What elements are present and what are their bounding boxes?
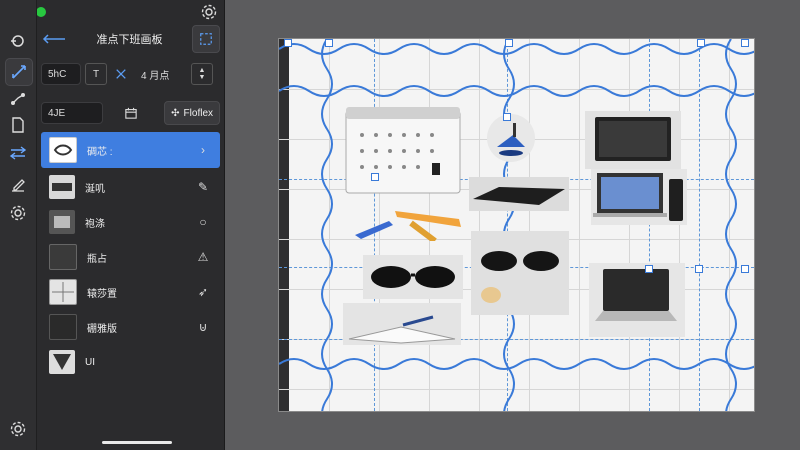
list-item[interactable]: 辕莎置 ➶ bbox=[41, 276, 220, 308]
settings-tool-button[interactable] bbox=[5, 200, 31, 226]
edit-icon bbox=[12, 179, 25, 192]
format-toolbar: 5hC T 4 月点 ▲ ▼ bbox=[41, 60, 220, 88]
grid-tool-button[interactable] bbox=[5, 28, 31, 54]
frame-select-button[interactable] bbox=[192, 25, 220, 53]
layer-label: UI bbox=[85, 356, 95, 368]
warning-icon: ⚠ bbox=[197, 250, 209, 264]
layer-label: 袍涤 bbox=[85, 218, 105, 230]
type-button[interactable]: T bbox=[85, 63, 107, 85]
lamp-object[interactable] bbox=[483, 113, 539, 163]
search-row: 4JE ✣ Floflex bbox=[41, 100, 220, 126]
artboard-canvas[interactable] bbox=[278, 38, 755, 412]
page-title: 准点下班画板 bbox=[96, 34, 163, 46]
settings-icon bbox=[10, 205, 26, 221]
keyboard-object[interactable] bbox=[469, 177, 569, 211]
edit-tool-button[interactable] bbox=[5, 172, 31, 198]
pin-icon: ➶ bbox=[197, 285, 209, 299]
node-tool-button[interactable] bbox=[5, 86, 31, 112]
size-field[interactable]: 5hC bbox=[41, 63, 81, 85]
calendar-object[interactable] bbox=[344, 105, 464, 195]
back-button[interactable] bbox=[41, 26, 67, 52]
resize-handle[interactable] bbox=[697, 39, 705, 47]
chevron-down-icon: ▼ bbox=[198, 74, 206, 81]
laptop-open-object[interactable] bbox=[589, 263, 685, 337]
chevron-right-icon: › bbox=[201, 143, 205, 157]
circle-icon: ○ bbox=[199, 215, 207, 229]
layer-label: 瓶占 bbox=[87, 253, 107, 265]
layer-label: 碉芯 : bbox=[87, 146, 113, 158]
resize-handle[interactable] bbox=[741, 39, 749, 47]
list-item[interactable]: 袍涤 ○ bbox=[41, 206, 220, 238]
layer-thumbnail bbox=[49, 210, 75, 234]
gear-icon[interactable] bbox=[200, 3, 218, 21]
step-field[interactable]: 4 月点 bbox=[135, 63, 187, 85]
stepper-control[interactable]: ▲ ▼ bbox=[191, 63, 213, 85]
home-indicator bbox=[102, 441, 172, 444]
resize-handle[interactable] bbox=[695, 265, 703, 273]
cross-arrows-icon bbox=[116, 69, 126, 79]
layer-thumbnail bbox=[49, 350, 75, 374]
search-input[interactable]: 4JE bbox=[41, 102, 103, 124]
layer-label: 涎叽 bbox=[85, 183, 105, 195]
notebook-object[interactable] bbox=[343, 303, 461, 345]
selection-frame-icon bbox=[200, 33, 212, 45]
layer-label: 硼雅版 bbox=[87, 323, 117, 335]
monitor-object[interactable] bbox=[591, 169, 687, 225]
list-item[interactable]: 硼雅版 ⊍ bbox=[41, 311, 220, 343]
glasses-cup-object[interactable] bbox=[471, 231, 569, 315]
transform-button[interactable] bbox=[111, 64, 131, 84]
move-tool-button[interactable] bbox=[5, 140, 31, 166]
layer-thumbnail bbox=[49, 137, 77, 163]
resize-handle[interactable] bbox=[645, 265, 653, 273]
empty-trail bbox=[194, 353, 212, 371]
app-window: 准点下班画板 5hC T 4 月点 ▲ ▼ 4JE ✣ Floflex 碉芯:… bbox=[0, 0, 225, 450]
magnet-icon: ⊍ bbox=[198, 320, 208, 334]
resize-handle[interactable] bbox=[325, 39, 333, 47]
sunglasses-object[interactable] bbox=[363, 255, 463, 299]
calendar-icon bbox=[125, 107, 137, 119]
properties-button[interactable]: ✣ Floflex bbox=[164, 101, 220, 125]
move-arrows-icon bbox=[9, 146, 27, 160]
back-arrow-icon bbox=[42, 34, 65, 44]
preferences-button[interactable] bbox=[5, 416, 31, 442]
pen-tool-button[interactable] bbox=[5, 58, 33, 86]
panel-header: 准点下班画板 bbox=[41, 24, 220, 54]
calendar-button[interactable] bbox=[121, 103, 141, 123]
list-item[interactable]: 瓶占 ⚠ bbox=[41, 241, 220, 273]
list-item[interactable]: 碉芯 : › bbox=[41, 132, 220, 168]
grid-icon bbox=[11, 35, 24, 47]
resize-handle[interactable] bbox=[505, 39, 513, 47]
layer-label: 辕莎置 bbox=[87, 288, 117, 300]
tool-rail bbox=[0, 0, 37, 450]
resize-handle[interactable] bbox=[371, 173, 379, 181]
gear-icon bbox=[10, 421, 26, 437]
resize-handle[interactable] bbox=[503, 113, 511, 121]
list-item[interactable]: 涎叽 ✎ bbox=[41, 171, 220, 203]
chevron-up-icon: ▲ bbox=[198, 67, 206, 74]
node-branch-icon bbox=[11, 93, 25, 105]
layer-list: 碉芯 : › 涎叽 ✎ 袍涤 ○ 瓶占 ⚠ 辕莎置 ➶ 硼雅版 ⊍ UI bbox=[41, 132, 220, 381]
pen-path-icon bbox=[12, 65, 26, 79]
document-icon bbox=[12, 117, 24, 133]
list-item[interactable]: UI bbox=[41, 346, 220, 378]
layer-thumbnail bbox=[49, 175, 75, 199]
properties-label: Floflex bbox=[183, 107, 213, 119]
shapes-icon: ✣ bbox=[171, 107, 180, 119]
resize-handle[interactable] bbox=[741, 265, 749, 273]
layer-thumbnail bbox=[49, 314, 77, 340]
brush-icon: ✎ bbox=[197, 180, 209, 194]
document-tool-button[interactable] bbox=[5, 112, 31, 138]
pens-object[interactable] bbox=[355, 205, 465, 244]
layer-thumbnail bbox=[49, 244, 77, 270]
resize-handle[interactable] bbox=[284, 39, 292, 47]
laptop-object[interactable] bbox=[585, 111, 681, 169]
layer-thumbnail bbox=[49, 279, 77, 305]
layers-panel: 准点下班画板 5hC T 4 月点 ▲ ▼ 4JE ✣ Floflex 碉芯:… bbox=[37, 0, 224, 450]
